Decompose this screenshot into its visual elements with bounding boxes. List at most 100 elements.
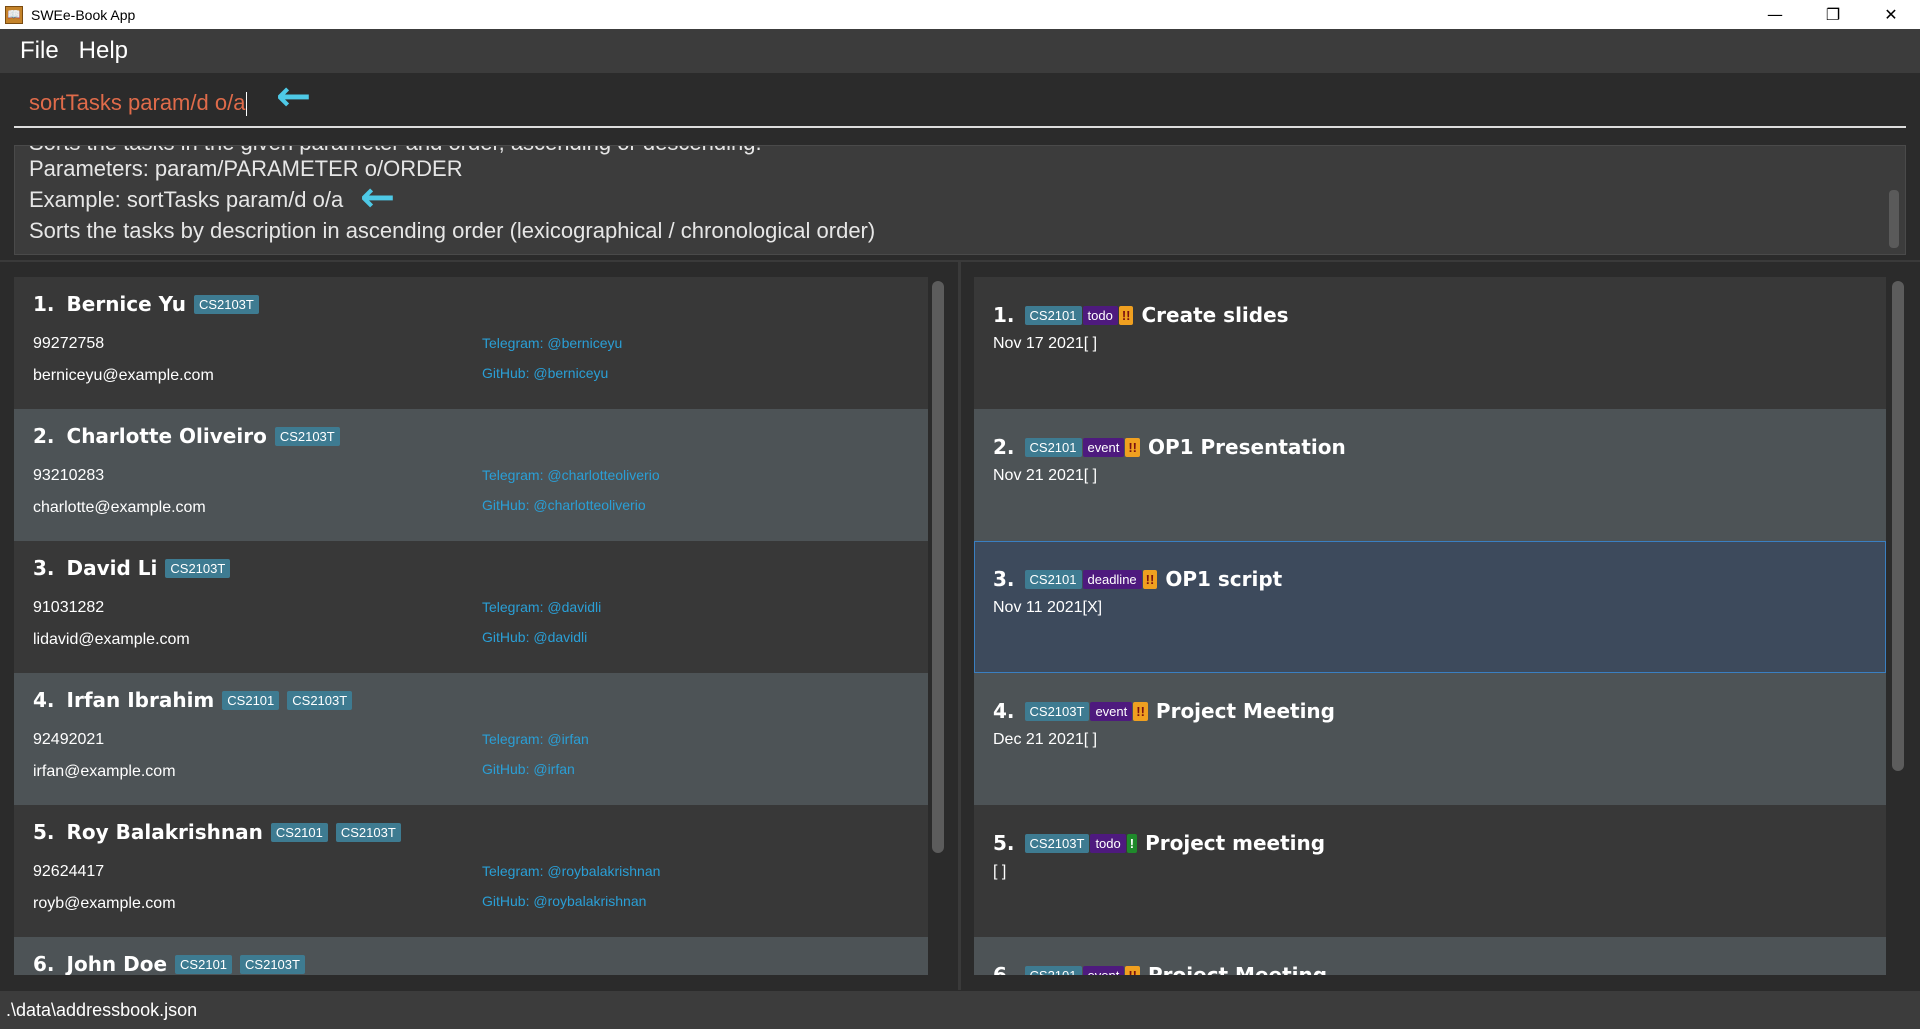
close-button[interactable]: ✕ <box>1862 0 1920 29</box>
task-description: Create slides <box>1141 303 1289 327</box>
task-description: Project Meeting <box>1147 963 1328 975</box>
person-name-text: Irfan Ibrahim <box>66 688 215 712</box>
result-line-example: Example: sortTasks param/d o/a <box>29 187 344 212</box>
panel-divider <box>958 262 961 990</box>
save-location: .\data\addressbook.json <box>6 999 198 1020</box>
status-bar: .\data\addressbook.json <box>0 991 1920 1029</box>
person-card[interactable]: 5. Roy Balakrishnan CS2101 CS2103T 92624417… <box>14 805 928 937</box>
person-card[interactable]: 2. Charlotte Oliveiro CS2103T 93210283 cha… <box>14 409 928 541</box>
title-bar: 📖 SWEe-Book App — ❐ ✕ <box>0 0 1920 29</box>
task-type-badge: event <box>1082 965 1125 975</box>
person-name: 5. Roy Balakrishnan CS2101 CS2103T <box>33 820 401 844</box>
command-text: sortTasks param/d o/a <box>29 90 246 115</box>
person-name: 2. Charlotte Oliveiro CS2103T <box>33 424 340 448</box>
task-index: 3. <box>993 567 1015 591</box>
result-display: Sorts the tasks in the given parameter a… <box>14 145 1906 255</box>
person-card[interactable]: 4. Irfan Ibrahim CS2101 CS2103T 92492021 ir… <box>14 673 928 805</box>
annotation-arrow-icon: ← <box>276 71 312 120</box>
task-tag-badge: CS2101 <box>1024 965 1082 975</box>
person-name-text: Roy Balakrishnan <box>66 820 263 844</box>
task-tag-badge: CS2101 <box>1024 569 1082 589</box>
task-card[interactable]: 6. CS2101 event!! Project Meeting <box>974 937 1886 975</box>
task-tag-badge: CS2101 <box>1024 305 1082 325</box>
result-scrollbar[interactable] <box>1889 190 1899 248</box>
menu-help[interactable]: Help <box>69 37 138 65</box>
minimize-button[interactable]: — <box>1746 0 1804 29</box>
person-telegram-link[interactable]: Telegram: @roybalakrishnan <box>482 863 660 879</box>
task-date: Nov 17 2021[ ] <box>993 335 1098 352</box>
person-name-text: John Doe <box>66 952 168 975</box>
person-email: irfan@example.com <box>33 763 176 780</box>
person-index: 3. <box>33 556 55 580</box>
person-name: 3. David Li CS2103T <box>33 556 231 580</box>
person-github-link[interactable]: GitHub: @roybalakrishnan <box>482 893 646 909</box>
task-card[interactable]: 5. CS2103T todo! Project meeting [ ] <box>974 805 1886 937</box>
person-card[interactable]: 1. Bernice Yu CS2103T 99272758 berniceyu@e… <box>14 277 928 409</box>
tag-badge: CS2103T <box>274 426 340 446</box>
person-telegram-link[interactable]: Telegram: @charlotteoliverio <box>482 467 660 483</box>
person-telegram-link[interactable]: Telegram: @berniceyu <box>482 335 622 351</box>
window-title: SWEe-Book App <box>31 6 136 23</box>
task-index: 2. <box>993 435 1015 459</box>
person-phone: 93210283 <box>33 467 105 484</box>
person-github-link[interactable]: GitHub: @davidli <box>482 629 587 645</box>
menu-bar: File Help <box>0 29 1920 73</box>
tag-badge: CS2103T <box>193 294 259 314</box>
result-line-parameters: Parameters: param/PARAMETER o/ORDER <box>29 156 463 181</box>
person-name-text: David Li <box>66 556 158 580</box>
person-telegram-link[interactable]: Telegram: @irfan <box>482 731 589 747</box>
task-title: 2. CS2101 event!! OP1 Presentation <box>993 435 1346 459</box>
task-card[interactable]: 2. CS2101 event!! OP1 Presentation Nov 21 2… <box>974 409 1886 541</box>
task-title: 1. CS2101 todo!! Create slides <box>993 303 1289 327</box>
window-controls: — ❐ ✕ <box>1746 0 1920 29</box>
person-index: 1. <box>33 292 55 316</box>
person-index: 2. <box>33 424 55 448</box>
person-email: berniceyu@example.com <box>33 367 214 384</box>
app-icon: 📖 <box>5 5 23 24</box>
person-github-link[interactable]: GitHub: @berniceyu <box>482 365 608 381</box>
person-github-link[interactable]: GitHub: @irfan <box>482 761 575 777</box>
task-type-badge: event <box>1090 701 1133 721</box>
maximize-button[interactable]: ❐ <box>1804 0 1862 29</box>
person-card[interactable]: 3. David Li CS2103T 91031282 lidavid@examp… <box>14 541 928 673</box>
person-index: 4. <box>33 688 55 712</box>
task-list-scrollbar[interactable] <box>1892 281 1904 771</box>
person-github-link[interactable]: GitHub: @charlotteoliverio <box>482 497 646 513</box>
person-phone: 92492021 <box>33 731 105 748</box>
task-date: [ ] <box>993 863 1007 880</box>
task-list: 1. CS2101 todo!! Create slides Nov 17 2021[… <box>974 277 1888 975</box>
task-description: Project meeting <box>1145 831 1326 855</box>
priority-badge: ! <box>1126 833 1138 853</box>
task-card[interactable]: 4. CS2103T event!! Project Meeting Dec 21 2… <box>974 673 1886 805</box>
person-list: 1. Bernice Yu CS2103T 99272758 berniceyu@e… <box>14 277 928 975</box>
tag-badge: CS2101 <box>175 954 233 974</box>
person-phone: 99272758 <box>33 335 105 352</box>
task-card[interactable]: 1. CS2101 todo!! Create slides Nov 17 2021[… <box>974 277 1886 409</box>
task-date: Dec 21 2021[ ] <box>993 731 1098 748</box>
task-tag-badge: CS2103T <box>1024 833 1090 853</box>
person-telegram-link[interactable]: Telegram: @davidli <box>482 599 601 615</box>
menu-file[interactable]: File <box>10 37 69 65</box>
person-list-scrollbar[interactable] <box>932 281 944 853</box>
tag-badge: CS2103T <box>240 954 305 974</box>
task-description: Project Meeting <box>1155 699 1335 723</box>
task-date: Nov 11 2021[X] <box>993 599 1103 616</box>
task-type-badge: event <box>1082 437 1125 457</box>
task-date: Nov 21 2021[ ] <box>993 467 1098 484</box>
person-index: 6. <box>33 952 55 975</box>
tag-badge: CS2103T <box>335 822 401 842</box>
person-card[interactable]: 6. John Doe CS2101 CS2103T <box>14 937 928 975</box>
person-name: 4. Irfan Ibrahim CS2101 CS2103T <box>33 688 353 712</box>
person-phone: 91031282 <box>33 599 105 616</box>
task-index: 4. <box>993 699 1015 723</box>
tag-badge: CS2101 <box>222 690 280 710</box>
task-description: OP1 Presentation <box>1147 435 1346 459</box>
task-card-selected[interactable]: 3. CS2101 deadline!! OP1 script Nov 11 2021… <box>974 541 1886 673</box>
task-description: OP1 script <box>1165 567 1283 591</box>
priority-badge: !! <box>1118 305 1134 325</box>
task-title: 4. CS2103T event!! Project Meeting <box>993 699 1335 723</box>
task-title: 6. CS2101 event!! Project Meeting <box>993 963 1327 975</box>
task-index: 1. <box>993 303 1015 327</box>
result-line-partial: Sorts the tasks in the given parameter a… <box>29 146 762 156</box>
priority-badge: !! <box>1125 437 1140 457</box>
